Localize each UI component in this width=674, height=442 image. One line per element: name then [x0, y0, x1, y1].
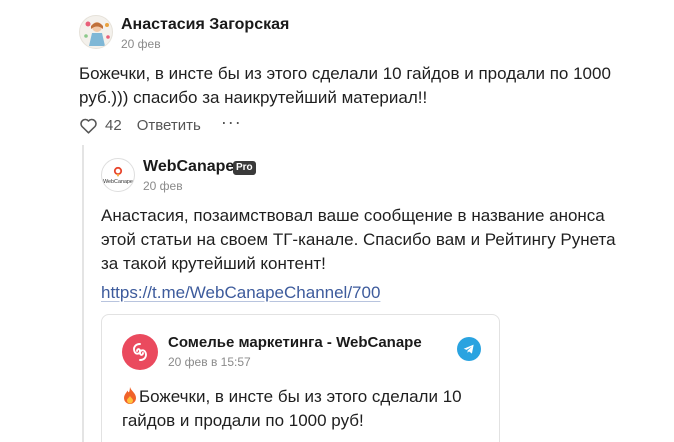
- illustrated-girl-avatar-icon: [84, 21, 110, 46]
- telegram-icon[interactable]: [457, 337, 481, 361]
- reply-button[interactable]: Ответить: [137, 117, 201, 134]
- reply-text: Анастасия, позаимствовал ваше сообщение …: [101, 206, 616, 273]
- comment-date: 20 фев: [121, 37, 161, 51]
- pro-badge: Pro: [233, 161, 256, 175]
- reply-date: 20 фев: [143, 179, 183, 193]
- reply-logo-text: WebCanape: [103, 179, 133, 185]
- comment-text: Божечки, в инсте бы из этого сделали 10 …: [79, 64, 611, 107]
- link-preview-card[interactable]: Сомелье маркетинга - WebCanape 20 фев в …: [101, 314, 500, 442]
- embed-channel-title[interactable]: Сомелье маркетинга - WebCanape: [168, 334, 422, 351]
- more-options-button[interactable]: ···: [221, 113, 242, 131]
- like-button[interactable]: 42: [79, 117, 122, 134]
- fire-icon: [124, 387, 136, 404]
- thread-line: [82, 145, 84, 442]
- reply-author-name[interactable]: WebCanape: [143, 158, 234, 176]
- telegram-post-link[interactable]: https://t.me/WebCanapeChannel/700: [101, 283, 380, 303]
- reply-avatar[interactable]: WebCanape: [101, 158, 135, 192]
- like-count: 42: [105, 116, 122, 134]
- embed-text: Божечки, в инсте бы из этого сделали 10 …: [122, 385, 487, 433]
- comment-actions: 42 Ответить ···: [79, 113, 242, 135]
- avatar[interactable]: [79, 15, 113, 49]
- comment-author-name[interactable]: Анастасия Загорская: [121, 16, 289, 34]
- embed-date: 20 фев в 15:57: [168, 355, 251, 369]
- embed-text-content: Божечки, в инсте бы из этого сделали 10 …: [122, 387, 462, 430]
- red-spiral-logo-icon: [122, 334, 158, 370]
- webcanape-logo-icon: WebCanape: [103, 166, 133, 185]
- heart-outline-icon: [80, 118, 97, 134]
